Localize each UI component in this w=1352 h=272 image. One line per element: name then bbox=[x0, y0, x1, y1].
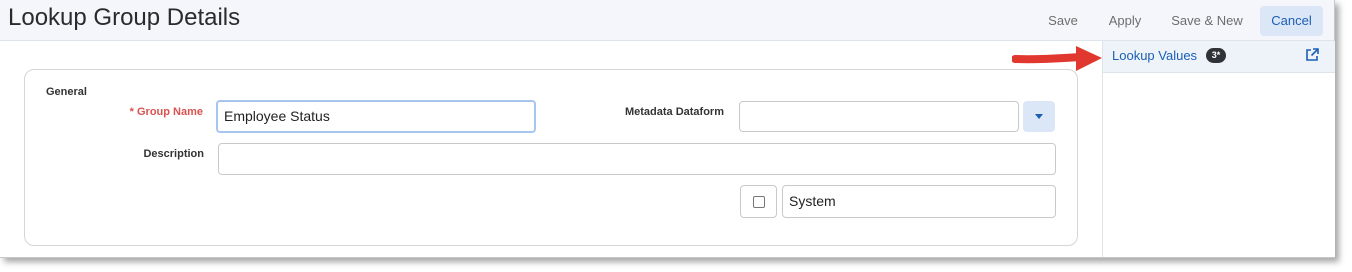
main-content: General * Group Name Employee Status Met… bbox=[0, 41, 1102, 257]
save-button[interactable]: Save bbox=[1034, 6, 1092, 36]
side-panel: Lookup Values 3* bbox=[1102, 41, 1335, 257]
general-card: General * Group Name Employee Status Met… bbox=[24, 69, 1078, 246]
external-link-icon[interactable] bbox=[1304, 47, 1320, 63]
system-label-field: System bbox=[782, 185, 1056, 218]
lookup-values-count-badge: 3* bbox=[1206, 48, 1226, 63]
save-and-new-button[interactable]: Save & New bbox=[1161, 6, 1253, 36]
section-title-general: General bbox=[46, 86, 87, 98]
lookup-group-window: Lookup Group Details Save Apply Save & N… bbox=[0, 0, 1335, 258]
annotation-arrow-icon bbox=[1012, 46, 1102, 71]
apply-button[interactable]: Apply bbox=[1097, 6, 1153, 36]
cancel-button[interactable]: Cancel bbox=[1260, 6, 1323, 36]
system-checkbox-container bbox=[740, 185, 777, 218]
group-name-label: * Group Name bbox=[129, 106, 203, 118]
metadata-dataform-input[interactable] bbox=[739, 101, 1019, 132]
lookup-values-link[interactable]: Lookup Values bbox=[1112, 48, 1197, 63]
description-input[interactable] bbox=[218, 143, 1056, 175]
metadata-dropdown-button[interactable] bbox=[1023, 101, 1055, 132]
system-checkbox[interactable] bbox=[753, 196, 765, 208]
window-header: Lookup Group Details Save Apply Save & N… bbox=[0, 0, 1334, 41]
page-title: Lookup Group Details bbox=[8, 4, 241, 31]
group-name-input[interactable]: Employee Status bbox=[216, 100, 536, 133]
metadata-dataform-label: Metadata Dataform bbox=[624, 106, 724, 118]
side-panel-header: Lookup Values 3* bbox=[1103, 41, 1335, 73]
description-label: Description bbox=[143, 148, 204, 160]
